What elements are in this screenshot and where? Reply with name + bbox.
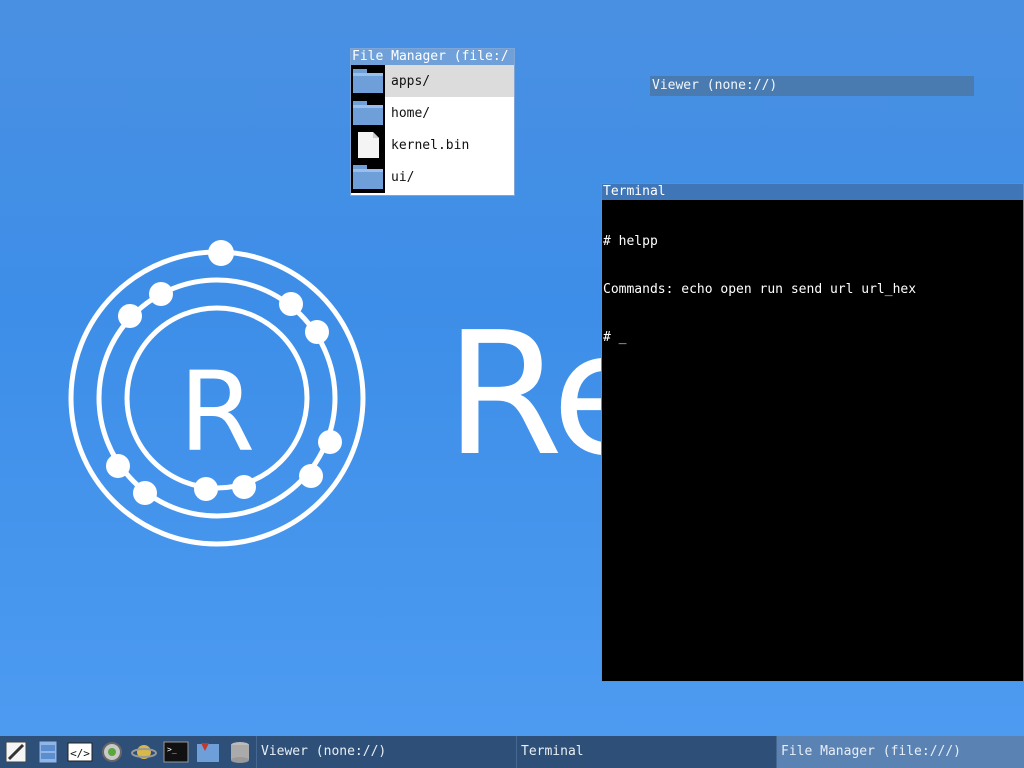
folder-icon (351, 65, 385, 97)
folder-icon (351, 97, 385, 129)
text-editor-icon[interactable] (0, 736, 32, 768)
terminal-line: # helpp (603, 234, 658, 249)
terminal-window[interactable]: Terminal # helpp Commands: echo open run… (601, 183, 1024, 682)
file-manager-icon[interactable] (32, 736, 64, 768)
list-item[interactable]: kernel.bin (351, 129, 514, 161)
folder-icon (351, 161, 385, 193)
file-entry-label: home/ (391, 105, 431, 121)
terminal-titlebar[interactable]: Terminal (602, 184, 1023, 200)
terminal-icon[interactable]: >_ (160, 736, 192, 768)
taskbar: </> >_ Viewer (none://) Terminal File Ma… (0, 736, 1024, 768)
file-manager-window[interactable]: File Manager (file:/ apps/ home/ kernel.… (350, 48, 515, 196)
code-editor-icon[interactable]: </> (64, 736, 96, 768)
task-terminal[interactable]: Terminal (516, 736, 776, 768)
task-file-manager[interactable]: File Manager (file:///) (776, 736, 1024, 768)
terminal-prompt[interactable]: # _ (603, 330, 1022, 346)
list-item[interactable]: apps/ (351, 65, 514, 97)
file-entry-label: kernel.bin (391, 137, 470, 153)
file-icon (351, 129, 385, 161)
svg-text:</>: </> (70, 747, 90, 760)
terminal-output[interactable]: # helpp Commands: echo open run send url… (602, 200, 1023, 380)
redox-logo: R (68, 240, 366, 547)
file-manager-titlebar[interactable]: File Manager (file:/ (351, 49, 514, 65)
viewer-titlebar[interactable]: Viewer (none://) (650, 76, 974, 96)
terminal-line: Commands: echo open run send url url_hex (603, 282, 917, 297)
svg-text:>_: >_ (167, 745, 177, 754)
viewer-window[interactable]: Viewer (none://) (650, 76, 974, 96)
file-entry-label: apps/ (391, 73, 431, 89)
planet-icon[interactable] (128, 736, 160, 768)
file-entry-label: ui/ (391, 169, 415, 185)
settings-icon[interactable] (96, 736, 128, 768)
database-icon[interactable] (224, 736, 256, 768)
svg-text:R: R (179, 348, 255, 476)
paint-icon[interactable] (192, 736, 224, 768)
list-item[interactable]: home/ (351, 97, 514, 129)
task-viewer[interactable]: Viewer (none://) (256, 736, 516, 768)
list-item[interactable]: ui/ (351, 161, 514, 193)
